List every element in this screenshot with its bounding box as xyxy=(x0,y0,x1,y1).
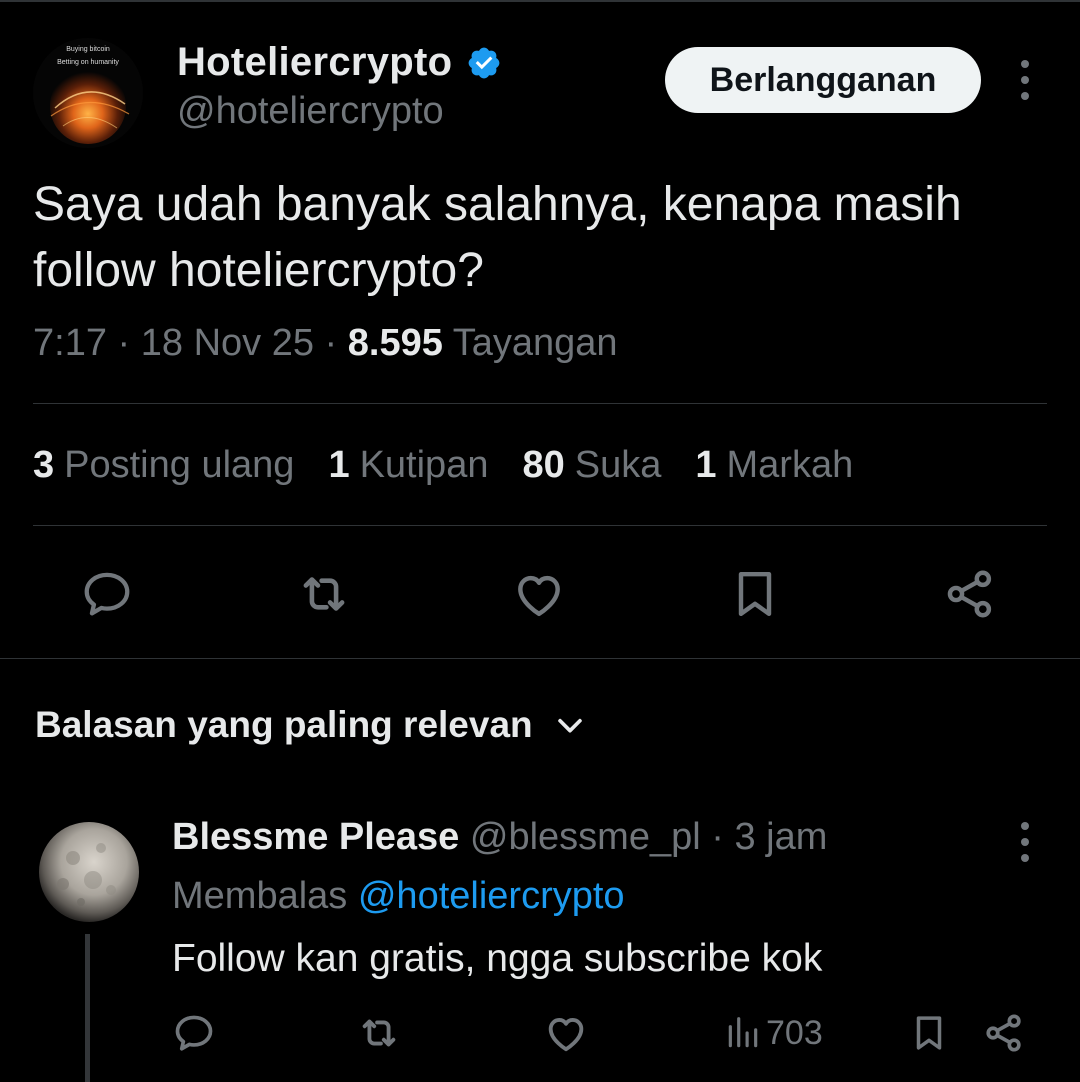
stat-label: Kutipan xyxy=(359,444,489,486)
dot xyxy=(1021,92,1029,100)
reply-views[interactable]: 703 xyxy=(724,1008,823,1058)
reply-icon[interactable] xyxy=(75,562,139,626)
stat-likes[interactable]: 80 Suka xyxy=(522,444,661,487)
reply-action-bar: 703 xyxy=(0,1008,1080,1058)
stat-count: 1 xyxy=(695,444,717,486)
reply-more-options-icon[interactable] xyxy=(1008,822,1042,862)
reply-separator: · xyxy=(711,816,724,858)
reply-author-name[interactable]: Blessme Please xyxy=(172,816,459,858)
stat-bookmarks[interactable]: 1 Markah xyxy=(695,444,853,487)
more-options-icon[interactable] xyxy=(1008,60,1042,100)
author-handle[interactable]: @hoteliercrypto xyxy=(177,90,444,133)
share-icon[interactable] xyxy=(938,562,1002,626)
moon-avatar-image xyxy=(33,818,143,928)
bookmark-icon[interactable] xyxy=(723,562,787,626)
views-count: 8.595 xyxy=(347,322,443,364)
tweet-action-bar xyxy=(0,562,1080,626)
replying-to-mention[interactable]: @hoteliercrypto xyxy=(358,875,625,917)
engagement-stats: 3 Posting ulang 1 Kutipan 80 Suka 1 Markah xyxy=(33,444,887,487)
subscribe-button[interactable]: Berlangganan xyxy=(665,47,981,113)
top-divider xyxy=(0,0,1080,2)
like-icon[interactable] xyxy=(507,562,571,626)
dot xyxy=(1021,822,1029,830)
avatar-image: Buying bitcoin Betting on humanity xyxy=(33,38,143,148)
chevron-down-icon xyxy=(557,718,582,733)
reply-reply-icon[interactable] xyxy=(172,1008,216,1058)
stat-label: Suka xyxy=(574,444,662,486)
views-icon xyxy=(728,1017,758,1048)
reply-time[interactable]: 3 jam xyxy=(734,816,827,858)
dot xyxy=(1021,60,1029,68)
stat-count: 3 xyxy=(33,444,55,486)
reply-views-count: 703 xyxy=(766,1013,823,1052)
reply-author-avatar[interactable] xyxy=(33,818,143,928)
reply-share-icon[interactable] xyxy=(982,1008,1026,1058)
replies-sort-label: Balasan yang paling relevan xyxy=(35,704,533,745)
tweet-text: Saya udah banyak salahnya, kenapa masih … xyxy=(33,178,962,297)
dot xyxy=(1021,838,1029,846)
svg-text:Betting on humanity: Betting on humanity xyxy=(57,59,119,66)
stat-count: 80 xyxy=(522,444,565,486)
reply-author-handle[interactable]: @blessme_pl xyxy=(470,816,701,858)
reply-bookmark-icon[interactable] xyxy=(908,1008,950,1058)
stat-label: Posting ulang xyxy=(64,444,295,486)
replies-sort-dropdown[interactable]: Balasan yang paling relevan xyxy=(35,704,587,746)
svg-text:Buying bitcoin: Buying bitcoin xyxy=(66,46,110,53)
stat-count: 1 xyxy=(328,444,350,486)
meta-divider xyxy=(33,403,1047,404)
tweet-date[interactable]: 18 Nov 25 xyxy=(141,322,314,364)
stat-label: Markah xyxy=(726,444,854,486)
reply-repost-icon[interactable] xyxy=(356,1008,402,1058)
verified-badge-icon[interactable] xyxy=(466,45,502,81)
stats-divider xyxy=(33,525,1047,526)
views-label: Tayangan xyxy=(452,322,618,364)
repost-icon[interactable] xyxy=(292,562,356,626)
stat-reposts[interactable]: 3 Posting ulang xyxy=(33,444,294,487)
meta-separator: · xyxy=(324,322,338,364)
replying-label: Membalas xyxy=(172,875,348,917)
section-divider xyxy=(0,658,1080,659)
author-avatar[interactable]: Buying bitcoin Betting on humanity xyxy=(33,38,143,148)
author-name-text: Hoteliercrypto xyxy=(177,40,453,84)
stat-quotes[interactable]: 1 Kutipan xyxy=(328,444,488,487)
replying-to: Membalas @hoteliercrypto xyxy=(172,875,625,918)
reply-header: Blessme Please @blessme_pl · 3 jam xyxy=(172,816,827,859)
reply-text: Follow kan gratis, ngga subscribe kok xyxy=(172,937,823,980)
meta-separator: · xyxy=(117,322,131,364)
tweet-time[interactable]: 7:17 xyxy=(33,322,107,364)
reply-like-icon[interactable] xyxy=(543,1008,589,1058)
dot xyxy=(1021,76,1029,84)
author-display-name[interactable]: Hoteliercrypto xyxy=(177,40,502,85)
dot xyxy=(1021,854,1029,862)
tweet-meta: 7:17 · 18 Nov 25 · 8.595 Tayangan xyxy=(33,322,618,365)
